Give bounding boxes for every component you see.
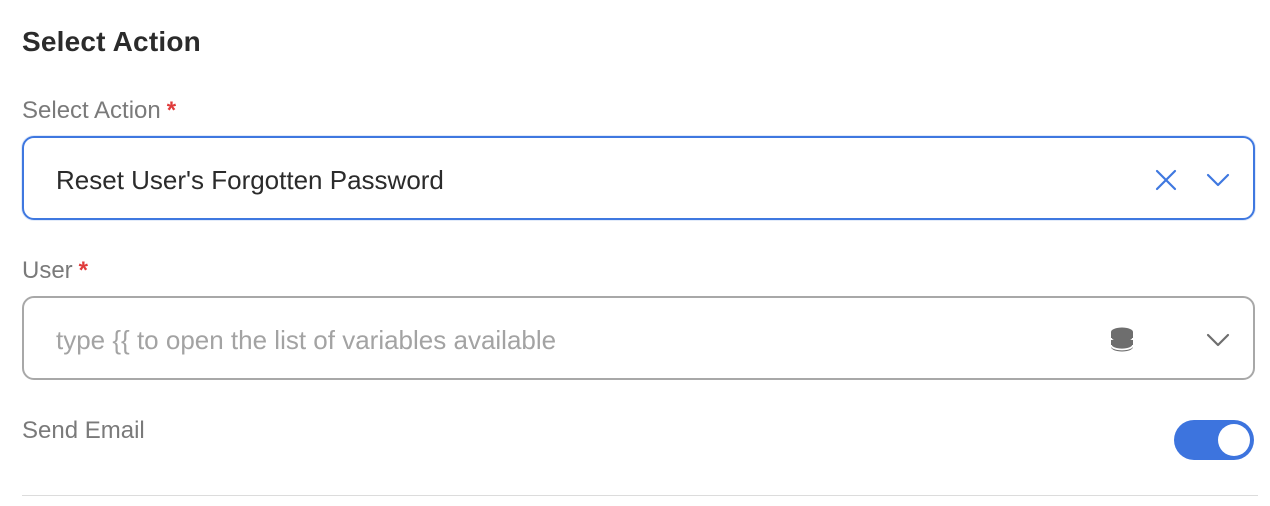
action-config-panel: Select Action Select Action * Reset User'… — [0, 0, 1270, 506]
chevron-down-icon[interactable] — [1202, 324, 1234, 356]
close-icon[interactable] — [1150, 164, 1182, 196]
send-email-toggle[interactable] — [1174, 420, 1254, 460]
toggle-knob — [1218, 424, 1250, 456]
user-placeholder: type {{ to open the list of variables av… — [56, 325, 557, 355]
divider — [22, 495, 1258, 496]
user-label: User * — [22, 257, 88, 285]
user-dropdown[interactable]: type {{ to open the list of variables av… — [22, 296, 1255, 380]
send-email-label: Send Email — [22, 417, 145, 444]
select-action-dropdown[interactable]: Reset User's Forgotten Password — [22, 136, 1255, 220]
required-marker: * — [78, 257, 89, 284]
select-action-value: Reset User's Forgotten Password — [56, 165, 444, 195]
database-icon[interactable] — [1106, 324, 1138, 356]
select-action-label-text: Select Action — [22, 97, 161, 124]
required-marker: * — [166, 97, 177, 124]
section-title: Select Action — [22, 26, 201, 57]
chevron-down-icon[interactable] — [1202, 164, 1234, 196]
select-action-label: Select Action * — [22, 97, 176, 125]
user-label-text: User — [22, 257, 73, 284]
